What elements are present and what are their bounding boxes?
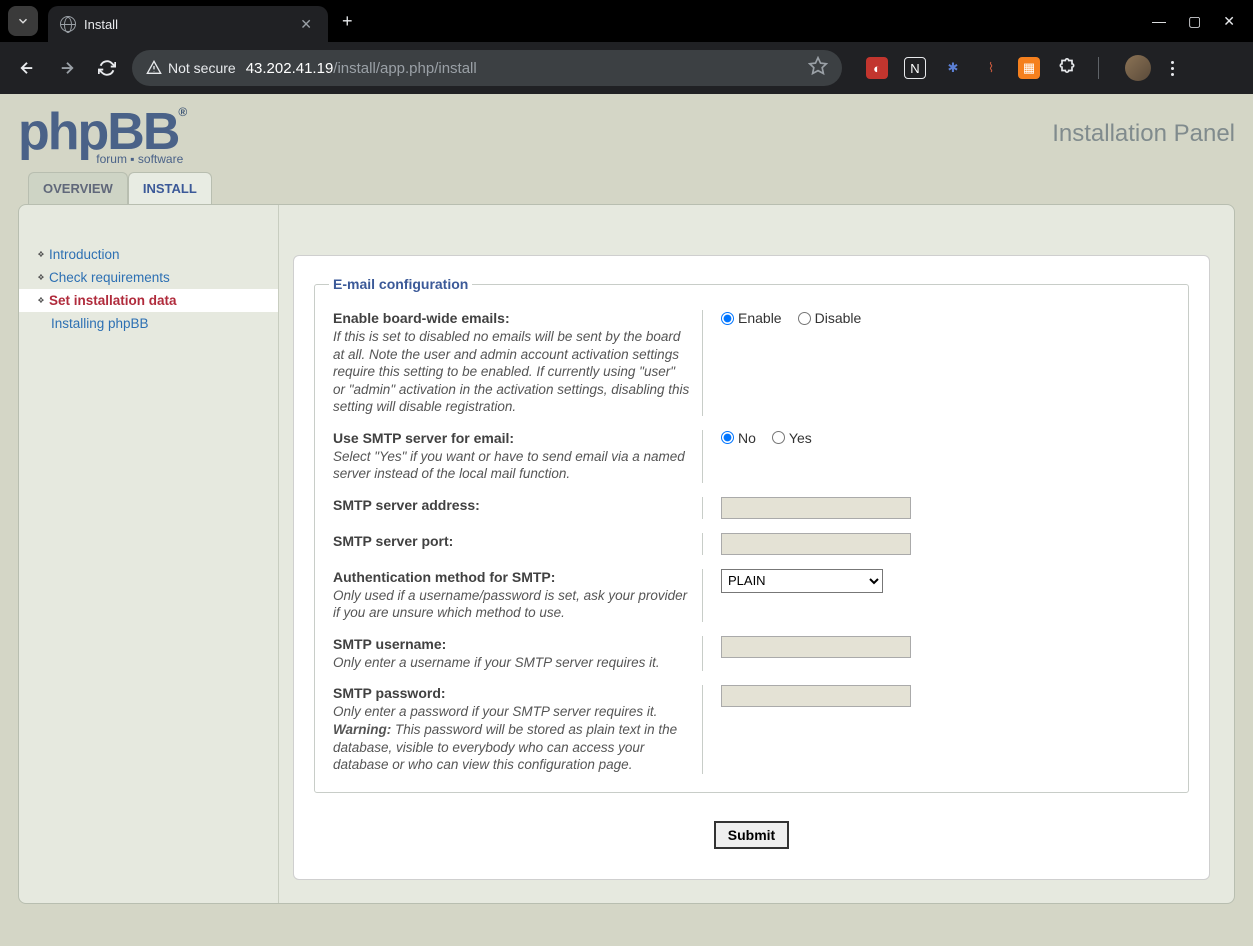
tab-search-button[interactable] <box>8 6 38 36</box>
sidebar-item-installing-phpbb[interactable]: Installing phpBB <box>19 312 278 335</box>
fieldset-legend: E-mail configuration <box>329 276 472 292</box>
field-label: Use SMTP server for email: <box>333 430 690 446</box>
sidebar-link[interactable]: Check requirements <box>49 270 170 285</box>
main-panel: ❖ Introduction ❖ Check requirements ❖ Se… <box>18 204 1235 904</box>
submit-row: Submit <box>314 821 1189 849</box>
extension-icon[interactable]: ▦ <box>1018 57 1040 79</box>
extension-icon[interactable]: ◐ <box>866 57 888 79</box>
phpbb-logo: phpBB® forum ▪ software <box>18 106 185 166</box>
row-smtp-port: SMTP server port: <box>333 533 1170 555</box>
tab-overview[interactable]: OVERVIEW <box>28 172 128 204</box>
profile-avatar[interactable] <box>1125 55 1151 81</box>
bullet-icon: ❖ <box>37 297 45 305</box>
field-desc: Select "Yes" if you want or have to send… <box>333 448 690 483</box>
tabs: OVERVIEW INSTALL <box>28 172 1235 204</box>
extension-icons: ◐ N ✱ ⌇ ▦ <box>866 55 1151 81</box>
page-content: phpBB® forum ▪ software Installation Pan… <box>0 94 1253 946</box>
extension-icon[interactable]: N <box>904 57 926 79</box>
bullet-icon: ❖ <box>37 274 45 282</box>
row-smtp-user: SMTP username: Only enter a username if … <box>333 636 1170 672</box>
bullet-icon: ❖ <box>37 251 45 259</box>
radio-no[interactable]: No <box>721 430 756 446</box>
tab-title: Install <box>84 17 288 32</box>
extension-icon[interactable]: ✱ <box>942 57 964 79</box>
field-desc: If this is set to disabled no emails wil… <box>333 328 690 416</box>
field-label: Enable board-wide emails: <box>333 310 690 326</box>
back-button[interactable] <box>12 53 42 83</box>
smtp-auth-select[interactable]: PLAIN <box>721 569 883 593</box>
warning-icon <box>146 60 162 76</box>
forward-button[interactable] <box>52 53 82 83</box>
field-desc: Only enter a username if your SMTP serve… <box>333 654 690 672</box>
smtp-port-input[interactable] <box>721 533 911 555</box>
content-area: E-mail configuration Enable board-wide e… <box>279 205 1234 903</box>
sidebar-item-check-requirements[interactable]: ❖ Check requirements <box>19 266 278 289</box>
reload-button[interactable] <box>92 53 122 83</box>
tab-bar: Install ✕ + — ▢ ✕ <box>0 0 1253 42</box>
page-header: phpBB® forum ▪ software Installation Pan… <box>18 106 1235 166</box>
smtp-host-input[interactable] <box>721 497 911 519</box>
minimize-button[interactable]: — <box>1152 13 1166 30</box>
field-desc: Only enter a password if your SMTP serve… <box>333 703 690 773</box>
globe-icon <box>60 16 76 32</box>
email-config-fieldset: E-mail configuration Enable board-wide e… <box>314 276 1189 793</box>
sidebar-item-set-installation-data[interactable]: ❖ Set installation data <box>19 289 278 312</box>
sidebar: ❖ Introduction ❖ Check requirements ❖ Se… <box>19 205 279 903</box>
extensions-puzzle-icon[interactable] <box>1056 57 1078 79</box>
field-desc: Only used if a username/password is set,… <box>333 587 690 622</box>
tab-install[interactable]: INSTALL <box>128 172 212 204</box>
smtp-pass-input[interactable] <box>721 685 911 707</box>
radio-yes[interactable]: Yes <box>772 430 812 446</box>
close-window-button[interactable]: ✕ <box>1223 13 1235 30</box>
row-enable-email: Enable board-wide emails: If this is set… <box>333 310 1170 416</box>
field-label: SMTP server port: <box>333 533 690 549</box>
browser-tab[interactable]: Install ✕ <box>48 6 328 42</box>
bookmark-star-icon[interactable] <box>808 56 828 80</box>
field-label: Authentication method for SMTP: <box>333 569 690 585</box>
field-label: SMTP password: <box>333 685 690 701</box>
row-smtp-auth: Authentication method for SMTP: Only use… <box>333 569 1170 622</box>
extension-icon[interactable]: ⌇ <box>980 57 1002 79</box>
row-smtp-host: SMTP server address: <box>333 497 1170 519</box>
field-label: SMTP username: <box>333 636 690 652</box>
sidebar-link[interactable]: Introduction <box>49 247 120 262</box>
tab-close-icon[interactable]: ✕ <box>296 14 316 35</box>
smtp-user-input[interactable] <box>721 636 911 658</box>
sidebar-item-introduction[interactable]: ❖ Introduction <box>19 243 278 266</box>
url-text: 43.202.41.19/install/app.php/install <box>246 60 477 77</box>
field-label: SMTP server address: <box>333 497 690 513</box>
row-use-smtp: Use SMTP server for email: Select "Yes" … <box>333 430 1170 483</box>
panel-title: Installation Panel <box>1052 106 1235 148</box>
row-smtp-pass: SMTP password: Only enter a password if … <box>333 685 1170 773</box>
not-secure-badge[interactable]: Not secure <box>146 60 236 76</box>
form-box: E-mail configuration Enable board-wide e… <box>293 255 1210 880</box>
browser-toolbar: Not secure 43.202.41.19/install/app.php/… <box>0 42 1253 94</box>
maximize-button[interactable]: ▢ <box>1188 13 1201 30</box>
address-bar[interactable]: Not secure 43.202.41.19/install/app.php/… <box>132 50 842 86</box>
radio-enable[interactable]: Enable <box>721 310 782 326</box>
divider <box>1098 57 1099 79</box>
new-tab-button[interactable]: + <box>342 11 353 32</box>
window-controls: — ▢ ✕ <box>1152 13 1253 30</box>
sidebar-link[interactable]: Set installation data <box>49 293 177 308</box>
browser-menu-button[interactable] <box>1171 61 1174 76</box>
sidebar-link[interactable]: Installing phpBB <box>37 316 149 331</box>
radio-disable[interactable]: Disable <box>798 310 862 326</box>
submit-button[interactable]: Submit <box>714 821 789 849</box>
browser-chrome: Install ✕ + — ▢ ✕ Not secure 43.202.41.1… <box>0 0 1253 94</box>
